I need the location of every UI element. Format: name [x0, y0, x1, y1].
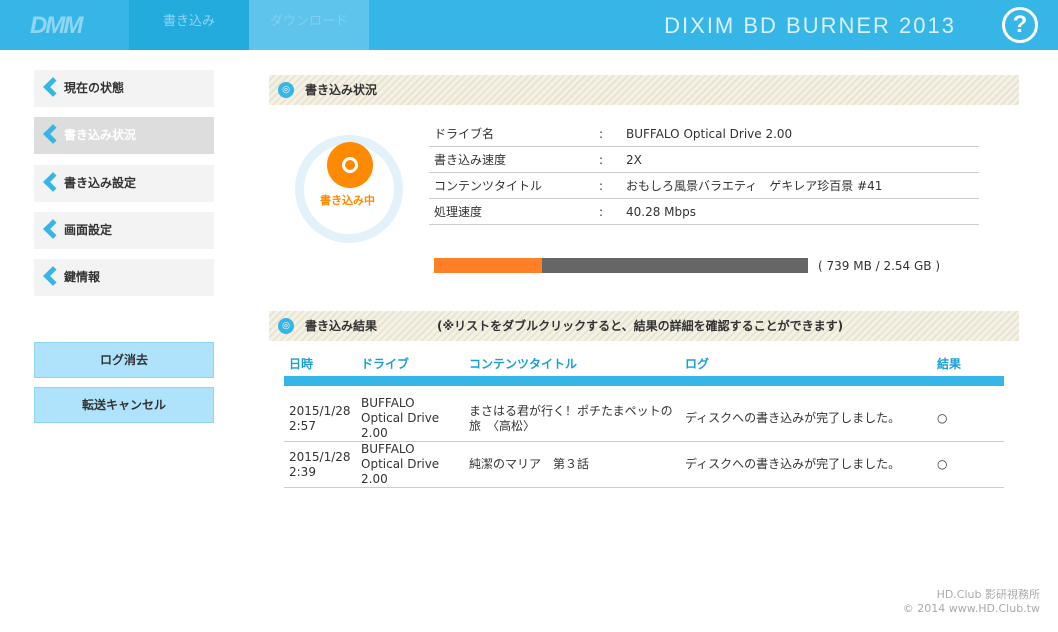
col-header: コンテンツタイトル — [469, 357, 578, 371]
label: 書き込み設定 — [64, 176, 137, 190]
chevron-left-icon — [43, 266, 63, 286]
info-row: ドライブ名: BUFFALO Optical Drive 2.00 — [429, 121, 979, 147]
progress-label: ( 739 MB / 2.54 GB ) — [818, 259, 941, 273]
clear-log-button[interactable]: ログ消去 — [34, 342, 214, 378]
cell: BUFFALO Optical Drive 2.00 — [356, 396, 464, 442]
cell: 2015/1/28 2:57 — [284, 396, 356, 442]
col-header: ドライブ — [361, 357, 410, 371]
cell: 2015/1/28 2:39 — [284, 441, 356, 488]
cd-icon — [327, 142, 373, 188]
sidebar-item-screen-settings[interactable]: 画面設定 — [34, 212, 214, 249]
cell: 純潔のマリア 第３話 — [464, 441, 680, 488]
writing-state: 書き込み中 — [320, 194, 375, 207]
results-table: 日時 ドライブ コンテンツタイトル ログ 結果 2015/1/28 2:57 BUFFAL… — [284, 351, 1004, 488]
table-row[interactable]: 2015/1/28 2:39 BUFFALO Optical Drive 2.00… — [284, 441, 1004, 488]
info-row: 書き込み速度:2X — [429, 147, 979, 173]
col-header: 結果 — [937, 357, 962, 371]
label: 鍵情報 — [64, 270, 101, 284]
disc-icon: ◎ — [278, 82, 294, 98]
cell: ○ — [932, 396, 1004, 442]
cell: ディスクへの書き込みが完了しました。 — [680, 396, 932, 442]
label: 書き込み状況 — [64, 128, 137, 142]
watermark-line: HD.Club 影研視務所 — [936, 588, 1040, 601]
table-row[interactable]: 2015/1/28 2:57 BUFFALO Optical Drive 2.00… — [284, 396, 1004, 442]
cancel-transfer-button[interactable]: 転送キャンセル — [34, 387, 214, 423]
label: 現在の状態 — [64, 81, 125, 95]
watermark: HD.Club 影研視務所 © 2014 www.HD.Club.tw — [903, 588, 1040, 616]
label: 画面設定 — [64, 223, 113, 237]
chevron-left-icon — [43, 77, 63, 97]
help-icon[interactable]: ? — [1002, 7, 1038, 43]
cell: ○ — [932, 441, 1004, 488]
sidebar-item-write-settings[interactable]: 書き込み設定 — [34, 165, 214, 202]
info-row: 処理速度:40.28 Mbps — [429, 199, 979, 225]
cell: BUFFALO Optical Drive 2.00 — [356, 441, 464, 488]
chevron-left-icon — [43, 219, 63, 239]
progress-fill — [434, 258, 543, 273]
app-title: DIXIM BD BURNER 2013 — [664, 13, 956, 38]
status-info: ドライブ名: BUFFALO Optical Drive 2.00 書き込み速度:… — [429, 121, 979, 225]
section-title: 書き込み状況 — [305, 83, 378, 97]
sidebar-item-write-status[interactable]: 書き込み状況 — [34, 117, 214, 154]
progress-bar — [434, 258, 808, 273]
status-section-header: ◎ 書き込み状況 — [269, 75, 1019, 105]
watermark-line: © 2014 www.HD.Club.tw — [902, 602, 1040, 615]
tab-download[interactable]: ダウンロード — [249, 0, 369, 50]
col-header: 日時 — [289, 357, 314, 371]
info-row: コンテンツタイトル: おもしろ風景バラエティ ゲキレア珍百景 #41 — [429, 173, 979, 199]
results-section-header: ◎ 書き込み結果 (※リストをダブルクリックすると、結果の詳細を確認することができま… — [269, 311, 1019, 341]
sidebar-item-status[interactable]: 現在の状態 — [34, 70, 214, 107]
results-note: (※リストをダブルクリックすると、結果の詳細を確認することができます) — [437, 319, 844, 333]
chevron-left-icon — [43, 172, 63, 192]
cell: ディスクへの書き込みが完了しました。 — [680, 441, 932, 488]
chevron-left-icon — [43, 124, 63, 144]
sidebar-item-key-info[interactable]: 鍵情報 — [34, 259, 214, 296]
col-header: ログ — [685, 357, 710, 371]
top-bar: DMM 書き込み ダウンロード DIXIM BD BURNER 2013 ? — [0, 0, 1058, 50]
tab-write[interactable]: 書き込み — [129, 0, 249, 50]
section-title: 書き込み結果 — [305, 319, 378, 333]
disc-icon: ◎ — [278, 318, 294, 334]
cell: まさはる君が行く！ポチたまペットの旅 〈高松〉 — [464, 396, 680, 442]
dmm-logo: DMM — [30, 12, 83, 39]
